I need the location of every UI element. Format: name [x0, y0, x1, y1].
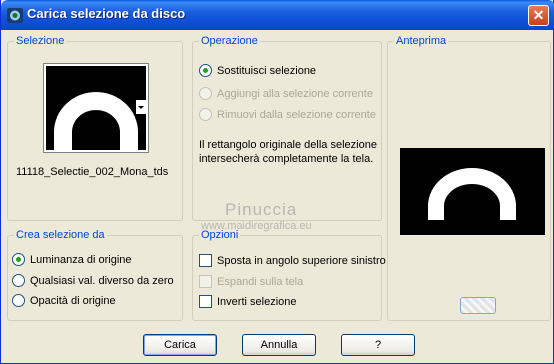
expand-canvas-checkbox[interactable]: Espandi sulla tela: [199, 275, 303, 288]
radio-icon: [199, 87, 212, 100]
close-icon: ✕: [532, 7, 545, 23]
checkbox-label: Espandi sulla tela: [217, 275, 304, 288]
radio-icon: [12, 294, 25, 307]
window-title: Carica selezione da disco: [27, 6, 186, 21]
checkbox-icon: [199, 254, 212, 267]
selection-legend: Selezione: [14, 35, 67, 47]
title-bar[interactable]: Carica selezione da disco ✕: [1, 0, 554, 30]
source-luminance-radio[interactable]: Luminanza di origine: [12, 253, 132, 266]
checkbox-icon: [199, 275, 212, 288]
selection-thumbnail[interactable]: [43, 63, 149, 153]
operation-description: Il rettangolo originale della selezione …: [199, 139, 377, 165]
radio-label: Opacità di origine: [30, 294, 116, 307]
selection-shape: [54, 92, 138, 150]
watermark-name: Pinuccia: [225, 200, 298, 219]
invert-selection-checkbox[interactable]: Inverti selezione: [199, 295, 297, 308]
checkbox-icon: [199, 295, 212, 308]
checkbox-label: Inverti selezione: [217, 295, 297, 308]
operation-replace-radio[interactable]: Sostituisci selezione: [199, 64, 316, 77]
watermark-url: www.maidiregrafica.eu: [201, 220, 312, 232]
operation-add-radio[interactable]: Aggiungi alla selezione corrente: [199, 87, 373, 100]
preview-zoom-button[interactable]: [460, 297, 496, 314]
dialog-window: Carica selezione da disco ✕ Selezione 11…: [0, 0, 554, 364]
radio-label: Aggiungi alla selezione corrente: [217, 87, 373, 100]
preview-group: Anteprima: [387, 35, 551, 321]
cancel-button[interactable]: Annulla: [242, 334, 316, 356]
source-opacity-radio[interactable]: Opacità di origine: [12, 294, 116, 307]
radio-label: Qualsiasi val. diverso da zero: [30, 274, 174, 287]
radio-label: Sostituisci selezione: [217, 64, 317, 77]
operation-remove-radio[interactable]: Rimuovi dalla selezione corrente: [199, 108, 376, 121]
help-button[interactable]: ?: [341, 334, 415, 356]
preview-canvas: [400, 148, 545, 235]
operation-group: Operazione Sostituisci selezione Aggiung…: [192, 35, 382, 221]
create-from-group: Crea selezione da Luminanza di origine Q…: [7, 229, 183, 321]
radio-label: Luminanza di origine: [30, 253, 132, 266]
radio-icon: [199, 108, 212, 121]
create-from-legend: Crea selezione da: [14, 229, 107, 241]
preview-legend: Anteprima: [394, 35, 449, 47]
preview-shape: [428, 168, 516, 220]
options-group: Opzioni Sposta in angolo superiore sinis…: [192, 229, 386, 321]
radio-icon: [199, 64, 212, 77]
selection-group: Selezione 11118_Selectie_002_Mona_tds: [7, 35, 183, 221]
thumbnail-dropdown-arrow-icon[interactable]: [136, 100, 146, 114]
radio-label: Rimuovi dalla selezione corrente: [217, 108, 376, 121]
selection-filename: 11118_Selectie_002_Mona_tds: [16, 166, 169, 178]
radio-icon: [12, 274, 25, 287]
checkbox-label: Sposta in angolo superiore sinistro: [217, 254, 386, 267]
close-button[interactable]: ✕: [528, 5, 549, 26]
radio-icon: [12, 253, 25, 266]
operation-legend: Operazione: [199, 35, 260, 47]
load-button[interactable]: Carica: [143, 334, 217, 356]
move-top-left-checkbox[interactable]: Sposta in angolo superiore sinistro: [199, 254, 386, 267]
app-icon: [7, 8, 23, 23]
source-nonzero-radio[interactable]: Qualsiasi val. diverso da zero: [12, 274, 174, 287]
